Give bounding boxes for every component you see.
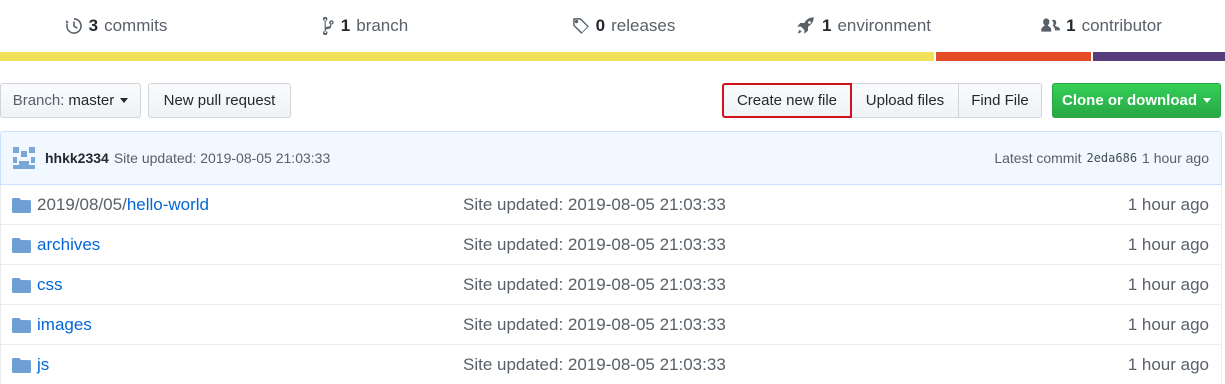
file-name-link[interactable]: archives (37, 235, 100, 254)
branch-label: branch (356, 16, 409, 35)
environment-count: 1 (821, 16, 832, 35)
file-commit-message[interactable]: Site updated: 2019-08-05 21:03:33 (463, 315, 726, 335)
branch-link[interactable]: 1 branch (232, 0, 497, 52)
file-actions-group: Create new file Upload files Find File (722, 83, 1042, 118)
file-row: 2019/08/05/hello-world Site updated: 2019… (1, 185, 1221, 225)
file-name-link[interactable]: js (37, 355, 49, 374)
file-name-link[interactable]: hello-world (127, 195, 209, 214)
git-branch-icon (322, 17, 334, 35)
file-age: 1 hour ago (1127, 195, 1209, 214)
commit-message-link[interactable]: Site updated: 2019-08-05 21:03:33 (114, 150, 330, 166)
branch-prefix: Branch: (12, 92, 65, 109)
environment-label: environment (837, 16, 932, 35)
commit-age: 1 hour ago (1142, 150, 1209, 166)
file-commit-message[interactable]: Site updated: 2019-08-05 21:03:33 (463, 195, 726, 215)
file-name: archives (37, 235, 100, 255)
people-icon (1041, 18, 1061, 32)
file-name: images (37, 315, 92, 335)
language-bar[interactable] (0, 52, 1225, 61)
clone-or-download-button[interactable]: Clone or download (1052, 83, 1221, 118)
file-age: 1 hour ago (1127, 355, 1209, 374)
branch-name: master (68, 92, 115, 109)
repo-summary: 3 commits 1 branch 0 releases 1 environm… (0, 0, 1225, 52)
tag-icon (572, 18, 589, 34)
rocket-icon (797, 17, 814, 34)
environment-link[interactable]: 1 environment (750, 0, 977, 52)
folder-icon (12, 318, 31, 333)
new-pull-request-button[interactable]: New pull request (148, 83, 291, 118)
file-age: 1 hour ago (1127, 275, 1209, 294)
commits-label: commits (104, 16, 168, 35)
commits-link[interactable]: 3 commits (0, 0, 232, 52)
folder-icon (12, 278, 31, 293)
file-row: images Site updated: 2019-08-05 21:03:33 1… (1, 305, 1221, 345)
history-icon (65, 18, 82, 34)
file-name: css (37, 275, 63, 295)
contributor-link[interactable]: 1 contributor (977, 0, 1225, 52)
file-name: 2019/08/05/hello-world (37, 195, 209, 215)
file-row: archives Site updated: 2019-08-05 21:03:3… (1, 225, 1221, 265)
file-row: js Site updated: 2019-08-05 21:03:33 1 hou… (1, 345, 1221, 384)
branch-select-button[interactable]: Branch: master (0, 83, 141, 118)
find-file-button[interactable]: Find File (959, 83, 1042, 118)
upload-files-button[interactable]: Upload files (852, 83, 959, 118)
file-commit-message[interactable]: Site updated: 2019-08-05 21:03:33 (463, 355, 726, 375)
folder-icon (12, 198, 31, 213)
releases-label: releases (611, 16, 676, 35)
file-age: 1 hour ago (1127, 315, 1209, 334)
folder-icon (12, 238, 31, 253)
branch-count: 1 (340, 16, 351, 35)
avatar[interactable] (13, 147, 35, 169)
file-commit-message[interactable]: Site updated: 2019-08-05 21:03:33 (463, 275, 726, 295)
language-segment[interactable] (1093, 52, 1225, 61)
language-segment[interactable] (0, 52, 935, 61)
file-commit-message[interactable]: Site updated: 2019-08-05 21:03:33 (463, 235, 726, 255)
clone-label: Clone or download (1062, 92, 1197, 109)
file-list: 2019/08/05/hello-world Site updated: 2019… (0, 185, 1222, 384)
latest-commit-label: Latest commit (994, 150, 1082, 166)
file-name-link[interactable]: css (37, 275, 63, 294)
releases-count: 0 (595, 16, 606, 35)
file-name: js (37, 355, 49, 375)
commits-count: 3 (88, 16, 99, 35)
file-name-link[interactable]: images (37, 315, 92, 334)
contributor-count: 1 (1066, 16, 1076, 35)
commit-meta: Latest commit 2eda686 1 hour ago (994, 150, 1209, 166)
commit-author-link[interactable]: hhkk2334 (45, 150, 109, 166)
file-age: 1 hour ago (1127, 235, 1209, 254)
contributor-label: contributor (1081, 16, 1162, 35)
language-segment[interactable] (936, 52, 1092, 61)
releases-link[interactable]: 0 releases (497, 0, 750, 52)
caret-down-icon (1203, 98, 1211, 103)
caret-down-icon (120, 98, 129, 103)
file-row: css Site updated: 2019-08-05 21:03:33 1 ho… (1, 265, 1221, 305)
file-path-prefix[interactable]: 2019/08/05/ (37, 195, 127, 214)
create-new-file-button[interactable]: Create new file (722, 83, 852, 118)
latest-commit-bar: hhkk2334 Site updated: 2019-08-05 21:03:… (0, 131, 1222, 185)
commit-sha-link[interactable]: 2eda686 (1086, 151, 1137, 165)
folder-icon (12, 358, 31, 373)
